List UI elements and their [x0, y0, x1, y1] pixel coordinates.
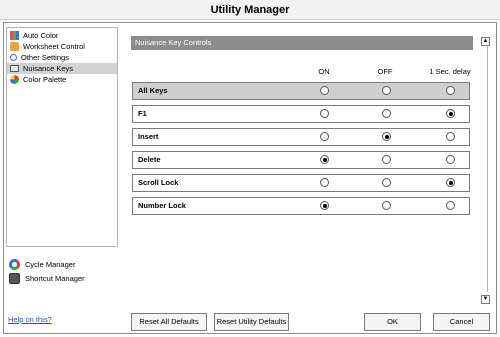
on-radio[interactable] — [320, 86, 329, 95]
ok-label: OK — [387, 317, 398, 326]
cycle-manager-label: Cycle Manager — [25, 260, 76, 269]
key-label: Number Lock — [138, 201, 186, 210]
delay-radio[interactable] — [446, 109, 455, 118]
on-radio[interactable] — [320, 109, 329, 118]
off-radio[interactable] — [382, 178, 391, 187]
color-palette-icon — [10, 75, 19, 84]
sidebar-item-other-settings[interactable]: Other Settings — [7, 52, 117, 63]
sidebar-item-color-palette[interactable]: Color Palette — [7, 74, 117, 85]
scroll-down-button[interactable]: ▼ — [481, 295, 490, 304]
column-header-on: ON — [318, 67, 330, 76]
key-row: Insert — [132, 128, 470, 146]
ok-button[interactable]: OK — [364, 313, 421, 331]
off-radio[interactable] — [382, 201, 391, 210]
key-label: All Keys — [138, 86, 168, 95]
window-title: Utility Manager — [0, 0, 500, 20]
magnifier-icon — [10, 54, 17, 61]
scrollbar-track[interactable] — [487, 46, 488, 292]
key-row: Number Lock — [132, 197, 470, 215]
off-radio[interactable] — [382, 132, 391, 141]
sidebar-item-nuisance-keys[interactable]: Nuisance Keys — [7, 63, 117, 74]
delay-radio[interactable] — [446, 155, 455, 164]
reset-all-defaults-label: Reset All Defaults — [139, 317, 199, 326]
cycle-icon — [9, 259, 20, 270]
off-radio[interactable] — [382, 86, 391, 95]
reset-utility-defaults-label: Reset Utility Defaults — [216, 317, 287, 326]
delay-radio[interactable] — [446, 178, 455, 187]
sidebar-item-auto-color[interactable]: Auto Color — [7, 30, 117, 41]
on-radio[interactable] — [320, 132, 329, 141]
all-keys-row: All Keys — [132, 82, 470, 100]
auto-color-icon — [10, 31, 19, 40]
sidebar-item-label: Auto Color — [23, 31, 59, 40]
on-radio[interactable] — [320, 201, 329, 210]
delay-radio[interactable] — [446, 201, 455, 210]
key-row: F1 — [132, 105, 470, 123]
column-header-delay: 1 Sec. delay — [429, 67, 471, 76]
scroll-up-button[interactable]: ▲ — [481, 37, 490, 46]
key-row: Scroll Lock — [132, 174, 470, 192]
delay-radio[interactable] — [446, 132, 455, 141]
delay-radio[interactable] — [446, 86, 455, 95]
off-radio[interactable] — [382, 155, 391, 164]
key-label: F1 — [138, 109, 147, 118]
key-label: Scroll Lock — [138, 178, 179, 187]
off-radio[interactable] — [382, 109, 391, 118]
reset-utility-defaults-button[interactable]: Reset Utility Defaults — [214, 313, 289, 331]
worksheet-control-icon — [10, 42, 19, 51]
shortcut-manager-label: Shortcut Manager — [25, 274, 85, 283]
cancel-label: Cancel — [449, 317, 474, 326]
keyboard-icon — [10, 65, 19, 72]
column-header-off: OFF — [377, 67, 393, 76]
key-label: Delete — [138, 155, 161, 164]
sidebar-item-worksheet-control[interactable]: Worksheet Control — [7, 41, 117, 52]
shortcut-manager-link[interactable]: Shortcut Manager — [9, 273, 85, 284]
key-label: Insert — [138, 132, 159, 141]
sidebar: Auto Color Worksheet Control Other Setti… — [6, 27, 118, 247]
key-row: Delete — [132, 151, 470, 169]
sidebar-item-label: Color Palette — [23, 75, 67, 84]
sidebar-item-label: Worksheet Control — [23, 42, 85, 51]
panel-title: Nuisance Key Controls — [131, 36, 473, 50]
cycle-manager-link[interactable]: Cycle Manager — [9, 259, 75, 270]
on-radio[interactable] — [320, 155, 329, 164]
on-radio[interactable] — [320, 178, 329, 187]
cancel-button[interactable]: Cancel — [433, 313, 490, 331]
reset-all-defaults-button[interactable]: Reset All Defaults — [131, 313, 207, 331]
help-link[interactable]: Help on this? — [8, 315, 52, 324]
sidebar-item-label: Other Settings — [21, 53, 69, 62]
shortcut-icon — [9, 273, 20, 284]
sidebar-item-label: Nuisance Keys — [23, 64, 74, 73]
